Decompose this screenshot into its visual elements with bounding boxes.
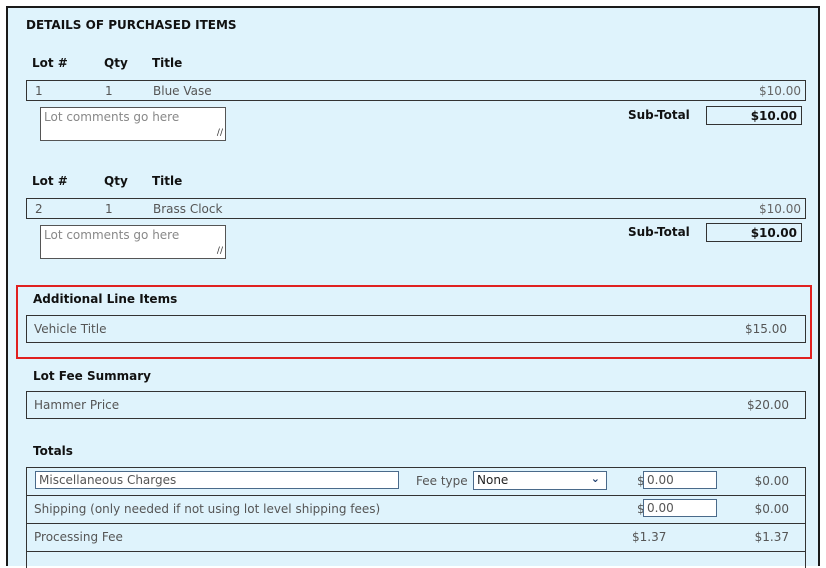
resize-handle-icon[interactable]: ∕∕ xyxy=(217,246,223,256)
fee-type-label: Fee type xyxy=(416,474,468,488)
additional-items-title: Additional Line Items xyxy=(33,292,178,306)
lot-amount: $10.00 xyxy=(759,84,801,98)
misc-charges-input[interactable]: Miscellaneous Charges xyxy=(35,471,399,489)
processing-fee-row: Processing Fee $1.37 $1.37 xyxy=(27,524,805,552)
purchase-details-panel: DETAILS OF PURCHASED ITEMS Lot # Qty Tit… xyxy=(6,6,820,568)
fee-type-select[interactable]: None ⌄ xyxy=(473,471,607,490)
processing-fee-value: $1.37 xyxy=(632,530,667,544)
additional-item-row: Vehicle Title $15.00 xyxy=(26,315,806,343)
hammer-price-label: Hammer Price xyxy=(34,398,120,412)
comment-placeholder: Lot comments go here xyxy=(44,110,180,124)
shipping-amount-input[interactable]: 0.00 xyxy=(643,499,717,517)
totals-table: Miscellaneous Charges Fee type None ⌄ $ … xyxy=(26,467,806,568)
lot-fee-title: Lot Fee Summary xyxy=(33,369,152,383)
lot-row: 1 1 Blue Vase $10.00 xyxy=(26,80,806,101)
misc-charges-row: Miscellaneous Charges Fee type None ⌄ $ … xyxy=(27,468,805,496)
lot-number: 1 xyxy=(35,84,43,98)
lot-qty: 1 xyxy=(105,84,113,98)
lot-header-qty: Qty xyxy=(104,174,128,188)
subtotal-label: Sub-Total xyxy=(628,108,690,122)
lot-row: 2 1 Brass Clock $10.00 xyxy=(26,198,806,219)
subtotal-label: Sub-Total xyxy=(628,225,690,239)
lot-title: Blue Vase xyxy=(153,84,212,98)
lot-header-qty: Qty xyxy=(104,56,128,70)
additional-item-amount: $15.00 xyxy=(745,322,787,336)
lot-header-title: Title xyxy=(152,56,183,70)
resize-handle-icon[interactable]: ∕∕ xyxy=(217,128,223,138)
lot-comment-input[interactable]: Lot comments go here ∕∕ xyxy=(40,107,226,141)
lot-qty: 1 xyxy=(105,202,113,216)
fee-type-value: None xyxy=(477,473,509,487)
lot-title: Brass Clock xyxy=(153,202,223,216)
processing-fee-label: Processing Fee xyxy=(34,530,123,544)
comment-placeholder: Lot comments go here xyxy=(44,228,180,242)
subtotal-value: $10.00 xyxy=(706,223,802,242)
misc-amount-input[interactable]: 0.00 xyxy=(643,471,717,489)
additional-item-label: Vehicle Title xyxy=(34,322,107,336)
shipping-label: Shipping (only needed if not using lot l… xyxy=(34,502,381,516)
misc-amount: $0.00 xyxy=(754,474,789,488)
subtotal-value: $10.00 xyxy=(706,106,802,125)
chevron-down-icon: ⌄ xyxy=(590,472,600,485)
lot-header-lot: Lot # xyxy=(32,174,68,188)
lot-number: 2 xyxy=(35,202,43,216)
shipping-row: Shipping (only needed if not using lot l… xyxy=(27,496,805,524)
hammer-price-amount: $20.00 xyxy=(747,398,789,412)
processing-fee-amount: $1.37 xyxy=(754,530,789,544)
shipping-amount: $0.00 xyxy=(754,502,789,516)
lot-fee-row: Hammer Price $20.00 xyxy=(26,391,806,419)
lot-amount: $10.00 xyxy=(759,202,801,216)
section-title: DETAILS OF PURCHASED ITEMS xyxy=(26,18,237,32)
totals-title: Totals xyxy=(33,444,73,458)
lot-comment-input[interactable]: Lot comments go here ∕∕ xyxy=(40,225,226,259)
lot-header-lot: Lot # xyxy=(32,56,68,70)
lot-header-title: Title xyxy=(152,174,183,188)
